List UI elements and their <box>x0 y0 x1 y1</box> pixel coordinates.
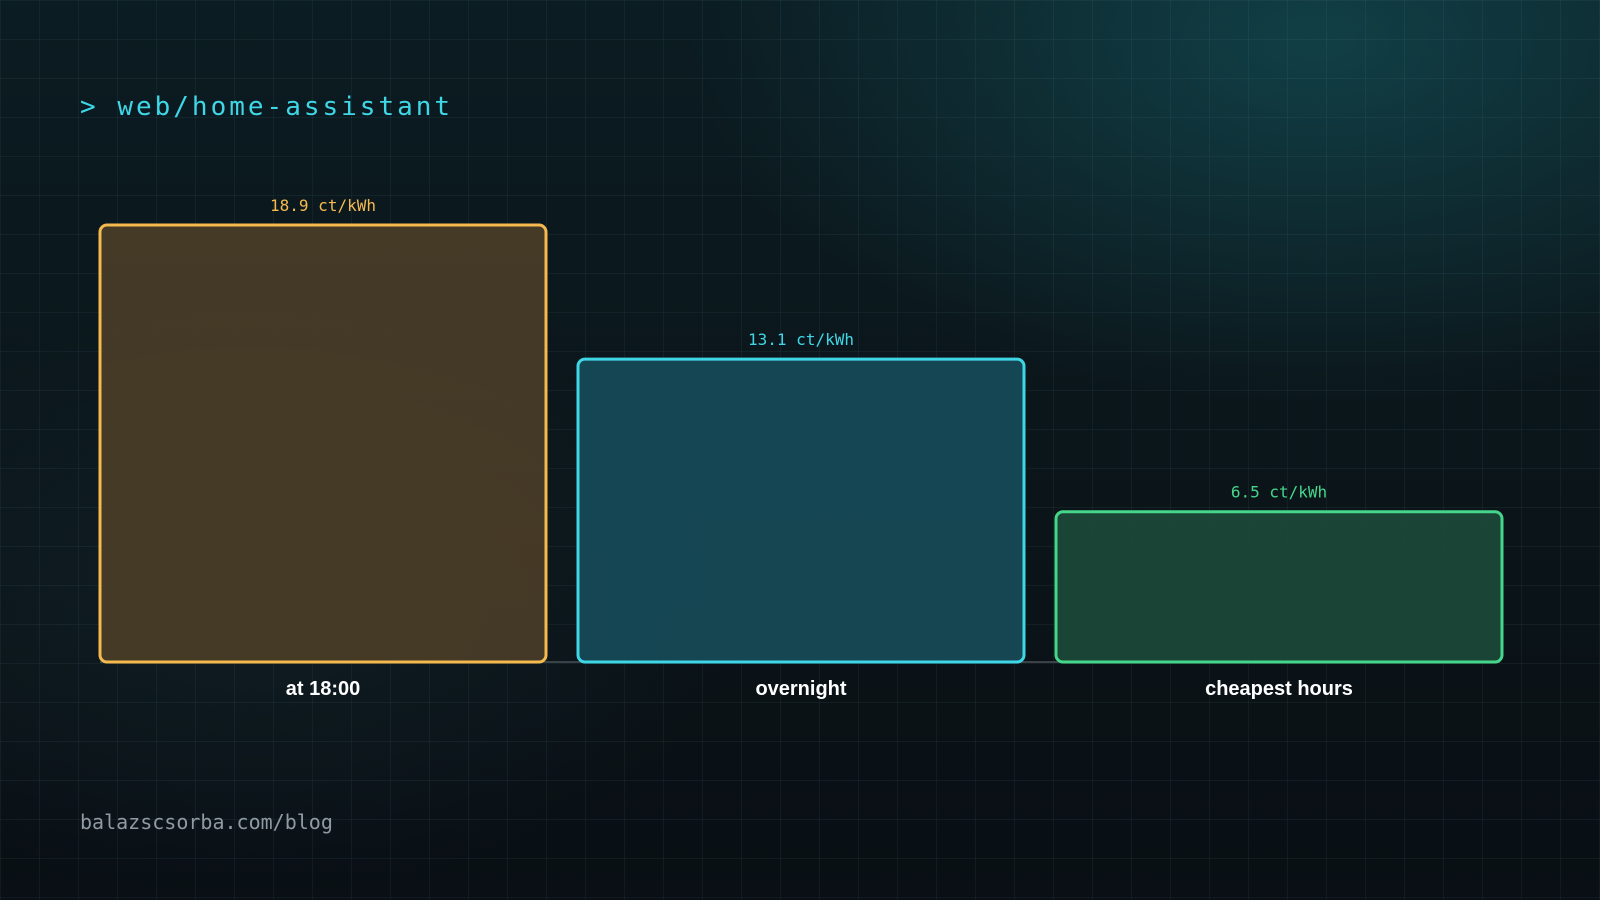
chart-category-label: cheapest hours <box>1205 678 1353 700</box>
chart-category-label: at 18:00 <box>286 678 361 700</box>
chart-value-label: 6.5 ct/kWh <box>1231 483 1327 502</box>
chart-bar <box>1054 510 1504 664</box>
chart-value-label: 18.9 ct/kWh <box>270 196 376 215</box>
chart-bar <box>98 223 548 664</box>
footer-url: balazscsorba.com/blog <box>80 810 333 834</box>
chart-bar <box>576 357 1026 664</box>
price-bar-chart: 18.9 ct/kWh at 18:00 13.1 ct/kWh overnight 6… <box>98 196 1504 700</box>
chart-category-label: overnight <box>755 678 846 700</box>
chart-value-label: 13.1 ct/kWh <box>748 330 854 349</box>
